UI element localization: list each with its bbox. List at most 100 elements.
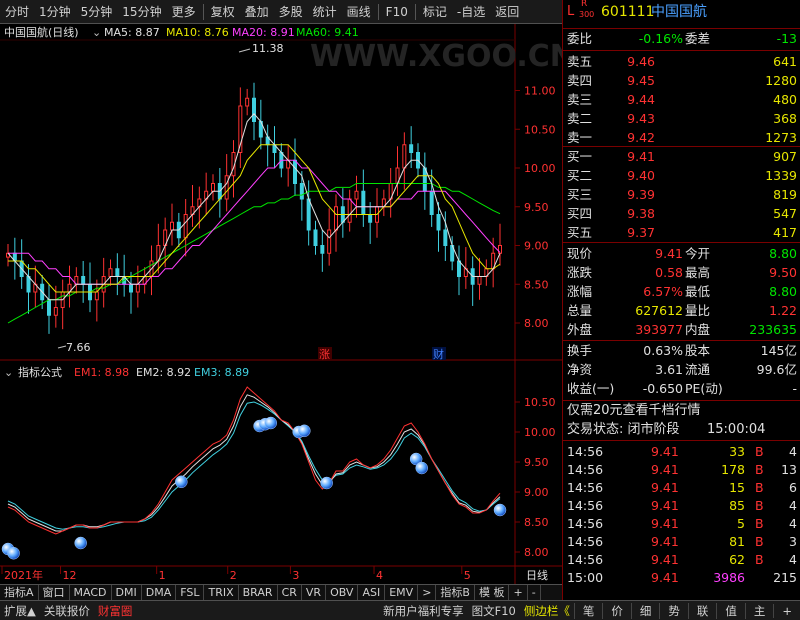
ask-row[interactable]: 卖一 9.42 1273	[563, 128, 800, 148]
candle-body	[94, 291, 99, 301]
side-tab-4[interactable]: 联	[687, 602, 717, 619]
indicator-tab-2[interactable]: MACD	[70, 585, 112, 600]
stat-label: PE(动)	[685, 381, 723, 396]
indicator-tab-10[interactable]: OBV	[326, 585, 359, 600]
toolbar-item-2[interactable]: 5分钟	[76, 3, 118, 20]
tick-row[interactable]: 14:56 9.41 85 B 4	[563, 496, 800, 516]
tick-row[interactable]: 14:56 9.41 178 B 13	[563, 460, 800, 480]
indicator-tab-13[interactable]: >	[418, 585, 437, 600]
stat-row[interactable]: 涨跌 0.58 最高 9.50	[563, 263, 800, 283]
candle-body	[306, 198, 311, 231]
indicator-tab-5[interactable]: FSL	[176, 585, 205, 600]
toolbar-item-3[interactable]: 15分钟	[117, 3, 166, 20]
tick-row[interactable]: 14:56 9.41 5 B 4	[563, 514, 800, 534]
toolbar-item-5[interactable]: 复权	[206, 3, 240, 20]
indicator-tab-1[interactable]: 窗口	[39, 585, 70, 600]
tick-price: 9.41	[651, 516, 679, 531]
dropdown-icon[interactable]: ⌄	[92, 26, 101, 39]
ask-row[interactable]: 卖五 9.46 641	[563, 52, 800, 72]
toolbar-item-1[interactable]: 1分钟	[34, 3, 76, 20]
tick-row[interactable]: 14:56 9.41 33 B 4	[563, 442, 800, 462]
toolbar-item-9[interactable]: 画线	[342, 3, 376, 20]
side-tab-6[interactable]: 主	[744, 602, 774, 619]
cai-marker[interactable]: 财	[433, 347, 444, 361]
indicator-tab-3[interactable]: DMI	[112, 585, 142, 600]
indicator-tab-4[interactable]: DMA	[142, 585, 177, 600]
bid-label: 买二	[567, 168, 593, 183]
promo-text[interactable]: 仅需20元查看千档行情	[567, 401, 701, 421]
stat-row[interactable]: 外盘 393977 内盘 233635	[563, 320, 800, 340]
stat-row[interactable]: 现价 9.41 今开 8.80	[563, 244, 800, 264]
toolbar-item-6[interactable]: 叠加	[240, 3, 274, 20]
bid-row[interactable]: 买一 9.41 907	[563, 147, 800, 167]
tick-row[interactable]: 14:56 9.41 15 B 6	[563, 478, 800, 498]
stat-value: 9.41	[655, 246, 683, 261]
bottom-tab-left-0[interactable]: 扩展▲	[0, 603, 40, 619]
bid-volume: 907	[773, 149, 797, 164]
bottom-tab-mid-0[interactable]: 新用户福利专享	[379, 603, 468, 619]
indicator-tab-7[interactable]: BRAR	[239, 585, 278, 600]
kline-chart[interactable]: WWW.XGOO.CN 中国国航(日线) ⌄ MA5: 8.87 MA10: 8…	[0, 24, 562, 584]
side-tab-3[interactable]: 势	[659, 602, 688, 619]
toolbar-item-10[interactable]: F10	[381, 5, 413, 19]
sub-dropdown-icon[interactable]: ⌄	[4, 366, 13, 379]
indicator-tab-11[interactable]: ASI	[358, 585, 386, 600]
bid-row[interactable]: 买五 9.37 417	[563, 223, 800, 243]
indicator-tab-14[interactable]: 指标B	[436, 585, 475, 600]
tick-row[interactable]: 14:56 9.41 62 B 4	[563, 550, 800, 570]
tick-price: 9.41	[651, 480, 679, 495]
side-tab-0[interactable]: 笔	[573, 602, 603, 619]
ask-label: 卖一	[567, 130, 593, 145]
bottom-tab-left-2[interactable]: 财富圈	[94, 603, 137, 619]
indicator-tab-8[interactable]: CR	[278, 585, 302, 600]
ask-row[interactable]: 卖二 9.43 368	[563, 109, 800, 129]
toolbar-item-0[interactable]: 分时	[0, 3, 34, 20]
indicator-tab-17[interactable]: -	[528, 585, 541, 600]
tick-volume: 5	[737, 516, 745, 531]
tick-side: B	[755, 498, 764, 513]
stat-row[interactable]: 总量 627612 量比 1.22	[563, 301, 800, 321]
stat-row[interactable]: 净资 3.61 流通 99.6亿	[563, 360, 800, 380]
indicator-tab-12[interactable]: EMV	[385, 585, 419, 600]
tick-row[interactable]: 15:00 9.41 3986 215	[563, 568, 800, 588]
stat-label: 外盘	[567, 322, 593, 337]
main-y-tick: 11.00	[524, 85, 556, 98]
ask-volume: 641	[773, 54, 797, 69]
bid-row[interactable]: 买四 9.38 547	[563, 204, 800, 224]
period-label[interactable]: 日线	[526, 568, 548, 582]
toolbar-item-7[interactable]: 多股	[274, 3, 308, 20]
side-tab-2[interactable]: 细	[630, 602, 660, 619]
zhang-marker[interactable]: 涨	[319, 348, 330, 361]
toolbar-item-12[interactable]: -自选	[452, 3, 490, 20]
bottom-tab-mid-2[interactable]: 侧边栏《	[520, 603, 574, 619]
toolbar-item-11[interactable]: 标记	[418, 3, 452, 20]
side-tab-5[interactable]: 值	[716, 602, 745, 619]
ask-label: 卖三	[567, 92, 593, 107]
side-tab-1[interactable]: 价	[602, 602, 631, 619]
ask-label: 卖二	[567, 111, 593, 126]
sub-y-tick: 9.50	[524, 456, 549, 469]
indicator-tab-15[interactable]: 模 板	[475, 585, 510, 600]
indicator-tab-6[interactable]: TRIX	[204, 585, 239, 600]
indicator-tab-16[interactable]: +	[509, 585, 528, 600]
bottom-tab-mid-1[interactable]: 图文F10	[468, 603, 520, 619]
toolbar-item-13[interactable]: 返回	[490, 3, 524, 20]
bid-row[interactable]: 买三 9.39 819	[563, 185, 800, 205]
toolbar-item-8[interactable]: 统计	[308, 3, 342, 20]
indicator-tabs: 指标A 窗口 MACD DMI DMA FSL TRIX BRAR CR VR OBV ASI EMV >…	[0, 584, 562, 600]
stat-row[interactable]: 涨幅 6.57% 最低 8.80	[563, 282, 800, 302]
bottom-tab-left-1[interactable]: 关联报价	[40, 603, 94, 619]
ask-row[interactable]: 卖三 9.44 480	[563, 90, 800, 110]
bid-volume: 819	[773, 187, 797, 202]
ask-row[interactable]: 卖四 9.45 1280	[563, 71, 800, 91]
indicator-tab-0[interactable]: 指标A	[0, 585, 39, 600]
bid-row[interactable]: 买二 9.40 1339	[563, 166, 800, 186]
tick-row[interactable]: 14:56 9.41 81 B 3	[563, 532, 800, 552]
trade-status: 交易状态: 闭市阶段	[567, 422, 680, 437]
toolbar-item-4[interactable]: 更多	[167, 3, 201, 20]
stat-row[interactable]: 收益(一) -0.650 PE(动) -	[563, 379, 800, 399]
candle-body	[252, 97, 256, 122]
side-tab-7[interactable]: +	[773, 603, 800, 618]
stat-row[interactable]: 换手 0.63% 股本 145亿	[563, 341, 800, 361]
indicator-tab-9[interactable]: VR	[302, 585, 327, 600]
